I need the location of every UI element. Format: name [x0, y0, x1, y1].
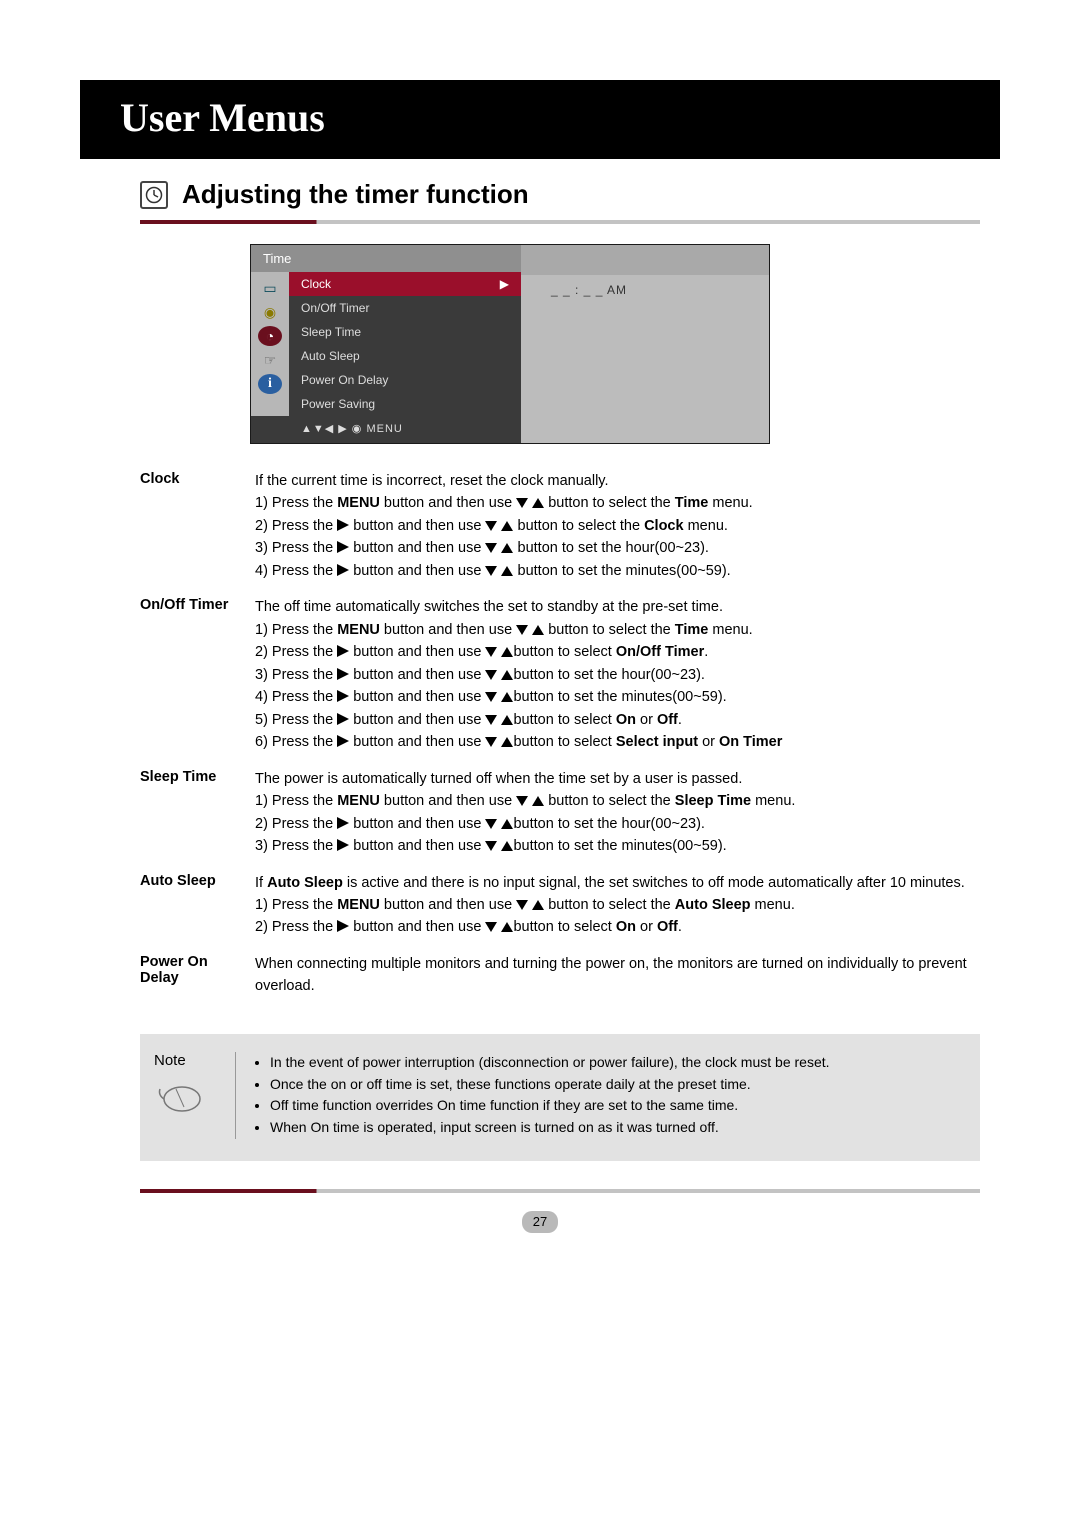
section-clock: Clock If the current time is incorrect, … [140, 470, 980, 582]
label-onoff: On/Off Timer [140, 596, 245, 753]
body-pod: When connecting multiple monitors and tu… [255, 953, 980, 998]
hand-icon: ☞ [258, 350, 282, 370]
note-title: Note [154, 1052, 225, 1069]
section-sleep: Sleep Time The power is automatically tu… [140, 768, 980, 858]
up-arrow-icon [501, 521, 513, 531]
right-arrow-icon [337, 541, 349, 553]
osd-screenshot: Time ▭ ◉ ◔ ☞ i Clock▶ On/Off Timer Sleep… [250, 244, 770, 444]
label-auto: Auto Sleep [140, 872, 245, 939]
osd-clock-value: _ _ : _ _ AM [551, 283, 627, 297]
monitor-icon: ▭ [258, 278, 282, 298]
down-arrow-icon [485, 543, 497, 553]
note-item: When On time is operated, input screen i… [270, 1117, 830, 1139]
banner-title: User Menus [80, 80, 1000, 159]
page-heading: Adjusting the timer function [182, 179, 529, 210]
right-arrow-icon [337, 519, 349, 531]
osd-item-autosleep: Auto Sleep [289, 344, 521, 368]
note-item: In the event of power interruption (disc… [270, 1052, 830, 1074]
note-box: Note In the event of power interruption … [140, 1034, 980, 1161]
osd-menu-list: Clock▶ On/Off Timer Sleep Time Auto Slee… [289, 272, 521, 416]
osd-right-pane: _ _ : _ _ AM [521, 245, 769, 443]
note-list: In the event of power interruption (disc… [256, 1052, 830, 1139]
section-pod: Power On Delay When connecting multiple … [140, 953, 980, 998]
section-onoff: On/Off Timer The off time automatically … [140, 596, 980, 753]
up-arrow-icon [501, 543, 513, 553]
label-sleep: Sleep Time [140, 768, 245, 858]
disc-icon: ◉ [258, 302, 282, 322]
osd-item-clock: Clock▶ [289, 272, 521, 296]
osd-item-onoff: On/Off Timer [289, 296, 521, 320]
body-clock: If the current time is incorrect, reset … [255, 470, 980, 582]
osd-icon-rail: ▭ ◉ ◔ ☞ i [251, 272, 289, 416]
label-pod: Power On Delay [140, 953, 245, 998]
note-left: Note [154, 1052, 236, 1139]
clock-icon [140, 181, 168, 209]
down-arrow-icon [485, 521, 497, 531]
osd-item-psave: Power Saving [289, 392, 521, 416]
note-item: Off time function overrides On time func… [270, 1095, 830, 1117]
down-arrow-icon [485, 566, 497, 576]
osd-item-sleep: Sleep Time [289, 320, 521, 344]
heading-row: Adjusting the timer function [140, 179, 980, 210]
info-icon: i [258, 374, 282, 394]
mouse-icon [154, 1079, 225, 1121]
right-arrow-icon [337, 564, 349, 576]
up-arrow-icon [501, 566, 513, 576]
label-clock: Clock [140, 470, 245, 582]
body-sleep: The power is automatically turned off wh… [255, 768, 980, 858]
note-item: Once the on or off time is set, these fu… [270, 1074, 830, 1096]
page-number: 27 [522, 1211, 558, 1233]
body-onoff: The off time automatically switches the … [255, 596, 980, 753]
up-arrow-icon [532, 498, 544, 508]
bottom-rule [140, 1189, 980, 1193]
clock-icon: ◔ [258, 326, 282, 346]
heading-underline [140, 220, 980, 224]
osd-title: Time [251, 245, 521, 272]
section-auto: Auto Sleep If Auto Sleep is active and t… [140, 872, 980, 939]
body-auto: If Auto Sleep is active and there is no … [255, 872, 980, 939]
osd-item-pod: Power On Delay [289, 368, 521, 392]
down-arrow-icon [516, 498, 528, 508]
osd-nav-hint: ▲▼◀ ▶ ◉ MENU [251, 416, 521, 443]
